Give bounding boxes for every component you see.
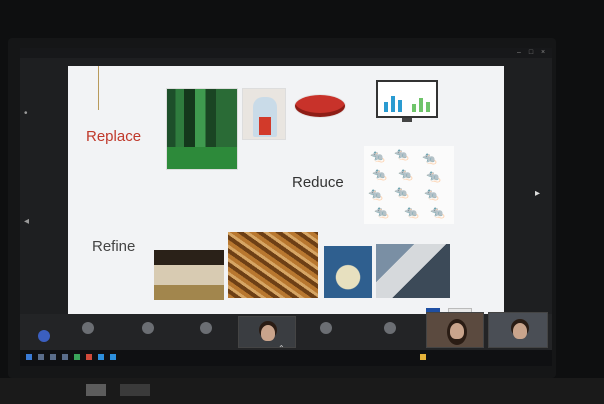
- participant-video-tile[interactable]: [488, 312, 548, 348]
- taskbar-app-icon[interactable]: [38, 354, 44, 360]
- replace-label: Replace: [86, 128, 142, 145]
- participant-video-tile[interactable]: [426, 312, 484, 348]
- taskbar-app-icon[interactable]: [50, 354, 56, 360]
- start-icon[interactable]: [26, 354, 32, 360]
- monitor-stand: [402, 118, 412, 122]
- petri-dish-image: [294, 94, 346, 118]
- taskbar-app-icon[interactable]: [98, 354, 104, 360]
- scientist-image: [242, 88, 286, 140]
- participant-avatar[interactable]: [320, 322, 332, 334]
- pig-farm-photo: [154, 250, 224, 300]
- taskbar-app-icon[interactable]: [62, 354, 68, 360]
- taskbar-app-icon[interactable]: [110, 354, 116, 360]
- refine-label: Refine: [92, 238, 136, 255]
- weather-icon[interactable]: [420, 354, 426, 360]
- close-icon[interactable]: ×: [538, 49, 548, 56]
- lab-procedure-photo: [376, 244, 450, 298]
- participant-avatar[interactable]: [142, 322, 154, 334]
- participant-video-tile[interactable]: [238, 316, 296, 348]
- slide-accent-line: [98, 66, 99, 110]
- computer-model-image: [376, 80, 438, 118]
- reduce-label: Reduce: [292, 174, 344, 191]
- maximize-icon[interactable]: □: [526, 49, 536, 56]
- nest-bedding-photo: [228, 232, 318, 298]
- left-nav-dot-icon: •: [24, 108, 28, 119]
- participant-avatar[interactable]: [200, 322, 212, 334]
- participant-avatar[interactable]: [384, 322, 396, 334]
- left-nav-arrow-icon[interactable]: ◂: [24, 216, 29, 227]
- meeting-window: – □ × • ◂ ▸ Replace Reduce Refine 🐀 🐀 🐀: [20, 48, 552, 366]
- shared-slide: Replace Reduce Refine 🐀 🐀 🐀 🐀 🐀 🐀 🐀 🐀 🐀 …: [68, 66, 504, 320]
- desk-object: [120, 384, 150, 396]
- right-nav-arrow-icon[interactable]: ▸: [535, 188, 540, 199]
- reduced-animals-diagram: 🐀 🐀 🐀 🐀 🐀 🐀 🐀 🐀 🐀 🐀 🐀 🐀: [364, 146, 454, 224]
- forest-image: [166, 88, 238, 170]
- desk-object: [86, 384, 106, 396]
- minimize-icon[interactable]: –: [514, 49, 524, 56]
- taskbar-app-icon[interactable]: [74, 354, 80, 360]
- handled-mouse-photo: [324, 246, 372, 298]
- taskbar-app-icon[interactable]: [86, 354, 92, 360]
- participant-avatar[interactable]: [38, 330, 50, 342]
- window-titlebar: – □ ×: [20, 48, 552, 58]
- participant-avatar[interactable]: [82, 322, 94, 334]
